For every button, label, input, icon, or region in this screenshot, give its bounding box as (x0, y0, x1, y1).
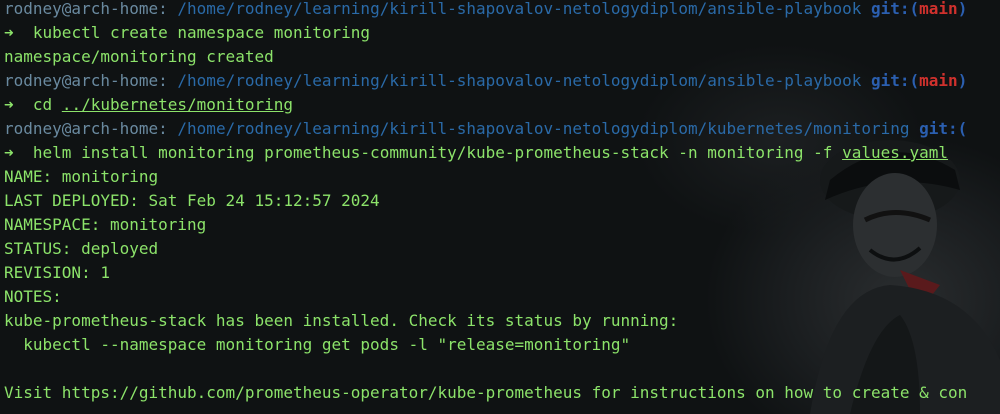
output-line: Visit https://github.com/prometheus-oper… (4, 383, 968, 402)
output-line: kube-prometheus-stack has been installed… (4, 311, 679, 330)
output-line: LAST DEPLOYED: Sat Feb 24 15:12:57 2024 (4, 191, 380, 210)
git-branch: main (919, 0, 958, 18)
git-label: git:( (870, 0, 920, 18)
command-line: ➜ kubectl create namespace monitoring (4, 21, 967, 45)
prompt-user: rodney@arch-home: (4, 119, 168, 138)
command-path-link[interactable]: ../kubernetes/monitoring (62, 95, 293, 114)
command-line: ➜ helm install monitoring prometheus-com… (4, 141, 967, 165)
prompt-path: /home/rodney/learning/kirill-shapovalov-… (177, 71, 862, 90)
terminal-window[interactable]: rodney@arch-home: /home/rodney/learning/… (0, 0, 1000, 414)
output-line: STATUS: deployed (4, 239, 159, 258)
git-close: ) (957, 71, 968, 90)
prompt-line: rodney@arch-home: /home/rodney/learning/… (4, 117, 967, 141)
command-file-link[interactable]: values.yaml (842, 143, 948, 162)
prompt-path: /home/rodney/learning/kirill-shapovalov-… (177, 0, 862, 18)
prompt-arrow-icon: ➜ (4, 143, 14, 162)
git-label: git:( (919, 119, 968, 138)
prompt-arrow-icon: ➜ (4, 23, 14, 42)
output-line: NAMESPACE: monitoring (4, 215, 207, 234)
command-text: helm install monitoring prometheus-commu… (32, 143, 843, 162)
prompt-path: /home/rodney/learning/kirill-shapovalov-… (177, 119, 910, 138)
command-text: cd (32, 95, 62, 114)
command-text: kubectl create namespace monitoring (32, 23, 371, 42)
git-branch: main (919, 71, 958, 90)
prompt-line: rodney@arch-home: /home/rodney/learning/… (4, 0, 967, 21)
command-line: ➜ cd ../kubernetes/monitoring (4, 93, 967, 117)
output-line: kubectl --namespace monitoring get pods … (4, 335, 631, 354)
output-line: NAME: monitoring (4, 167, 159, 186)
output-line: REVISION: 1 (4, 263, 110, 282)
output-line: namespace/monitoring created (4, 47, 274, 66)
output-line: NOTES: (4, 287, 62, 306)
prompt-user: rodney@arch-home: (4, 71, 168, 90)
prompt-user: rodney@arch-home: (4, 0, 168, 18)
prompt-line: rodney@arch-home: /home/rodney/learning/… (4, 69, 967, 93)
git-close: ) (957, 0, 968, 18)
git-label: git:( (870, 71, 920, 90)
prompt-arrow-icon: ➜ (4, 95, 14, 114)
